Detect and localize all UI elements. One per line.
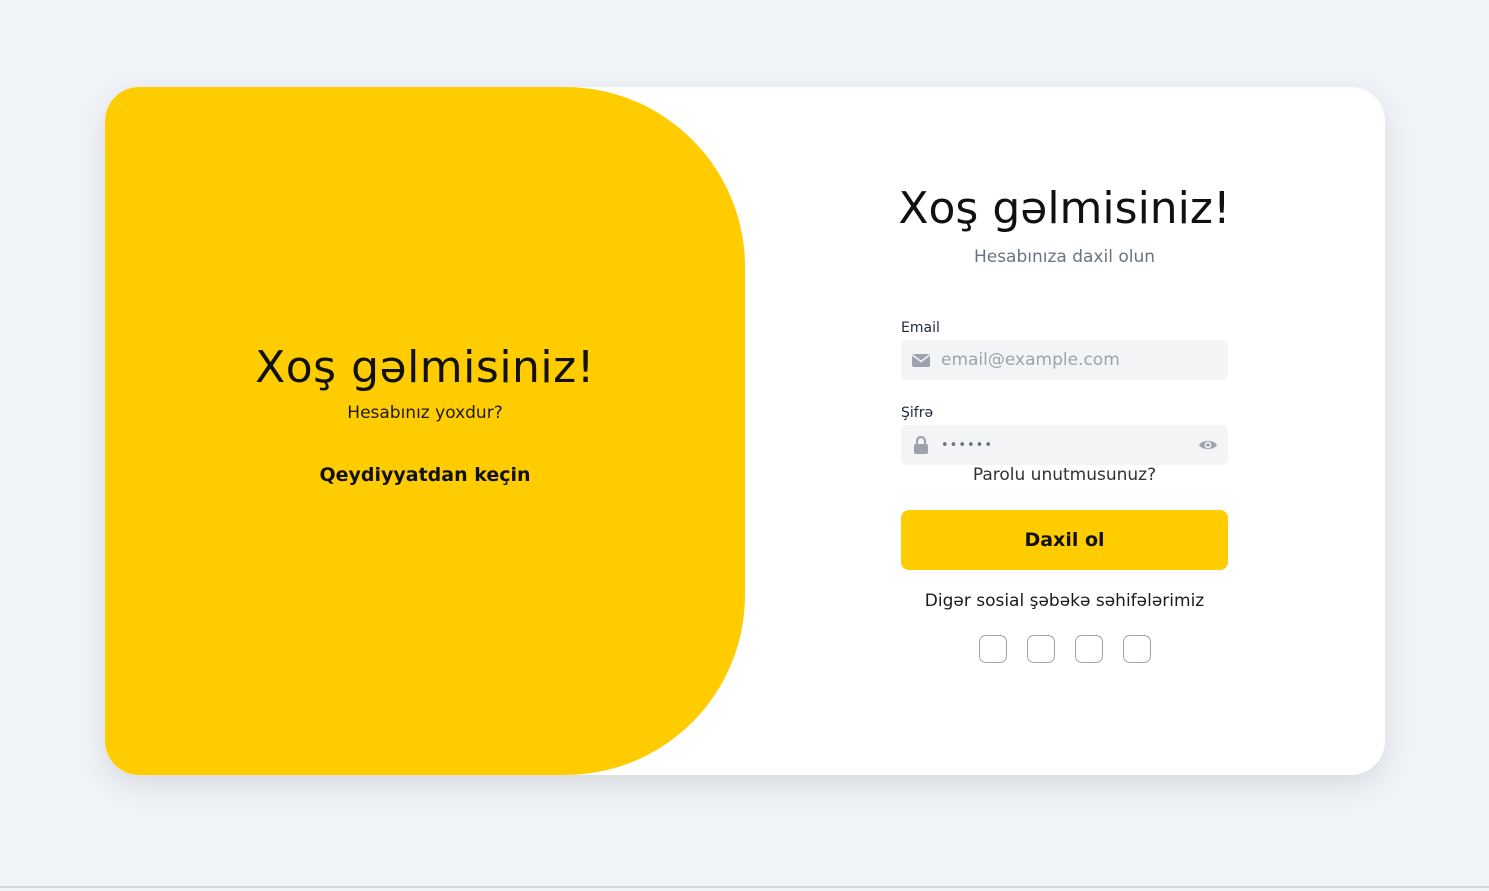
password-label: Şifrə — [901, 405, 934, 421]
social-label: Digər sosial şəbəkə səhifələrimiz — [924, 591, 1205, 611]
password-field-wrapper — [901, 425, 1228, 465]
register-link[interactable]: Qeydiyyatdan keçin — [105, 464, 745, 486]
envelope-icon — [912, 354, 930, 367]
email-label: Email — [901, 320, 940, 336]
login-form: Xoş gəlmisiniz! Hesabınıza daxil olun Em… — [898, 87, 1231, 775]
social-buttons — [901, 635, 1228, 663]
panel-subtitle: Hesabınız yoxdur? — [347, 403, 503, 423]
social-button-4[interactable] — [1122, 635, 1151, 663]
password-input[interactable] — [941, 425, 1191, 465]
eye-icon[interactable] — [1198, 435, 1218, 455]
lock-icon — [914, 435, 928, 454]
form-title: Xoş gəlmisiniz! — [898, 183, 1231, 234]
divider — [0, 886, 1489, 888]
login-button[interactable]: Daxil ol — [901, 510, 1228, 570]
social-button-1[interactable] — [978, 635, 1007, 663]
social-button-2[interactable] — [1026, 635, 1055, 663]
email-input[interactable] — [941, 340, 1191, 380]
form-subtitle: Hesabınıza daxil olun — [973, 247, 1156, 267]
forgot-password-link[interactable]: Parolu unutmusunuz? — [901, 465, 1228, 485]
login-card: Xoş gəlmisiniz! Hesabınız yoxdur? Qeydiy… — [105, 87, 1385, 775]
welcome-panel: Xoş gəlmisiniz! Hesabınız yoxdur? Qeydiy… — [105, 87, 745, 775]
email-field-wrapper — [901, 340, 1228, 380]
panel-title: Xoş gəlmisiniz! — [255, 342, 595, 393]
social-button-3[interactable] — [1074, 635, 1103, 663]
